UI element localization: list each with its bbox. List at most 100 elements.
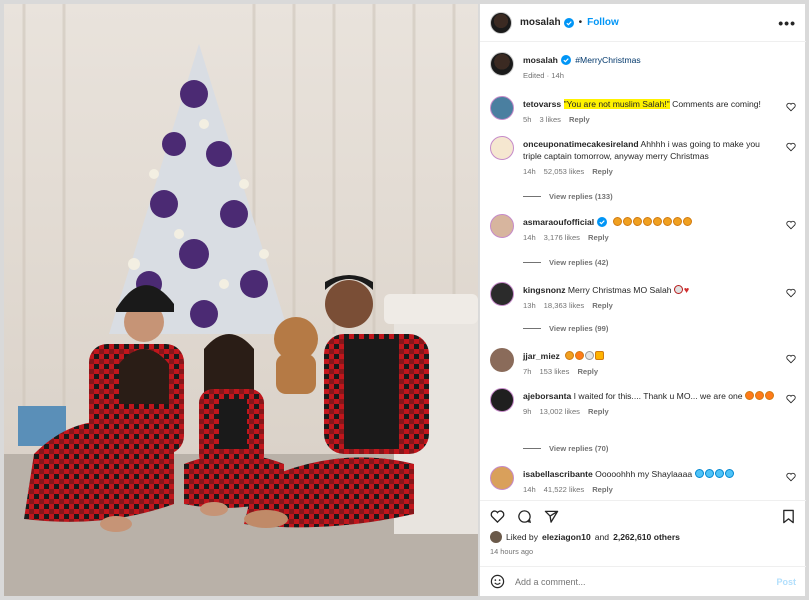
comment-username[interactable]: asmaraoufofficial	[523, 216, 594, 228]
view-replies-line	[523, 448, 541, 449]
red-heart-icon: ♥	[683, 285, 690, 295]
liked-prefix: Liked by	[506, 532, 539, 542]
heart-icon[interactable]	[786, 142, 796, 152]
view-replies-line	[523, 196, 541, 197]
comment-username[interactable]: kingsnonz	[523, 285, 566, 295]
verified-badge-icon	[597, 217, 608, 227]
comments-list[interactable]: mosalah #MerryChristmas Edited · 14h tet…	[480, 44, 806, 500]
post-time-ago: 14 hours ago	[490, 547, 534, 556]
comment-time: 5h	[523, 115, 532, 124]
emoji-row	[612, 217, 693, 227]
commenter-avatar[interactable]	[490, 388, 514, 412]
post-comment-button[interactable]: Post	[776, 577, 796, 587]
commenter-avatar[interactable]	[490, 214, 514, 238]
add-comment-bar: Post	[480, 566, 806, 596]
heart-icon[interactable]	[786, 472, 796, 482]
bookmark-icon[interactable]	[781, 509, 796, 524]
comment-likes[interactable]: 13,002 likes	[539, 406, 580, 418]
emoji-row	[565, 351, 605, 361]
heart-icon[interactable]	[786, 102, 796, 112]
reply-button[interactable]: Reply	[592, 166, 613, 178]
comment-likes[interactable]: 18,363 likes	[544, 300, 585, 312]
crying-face-icon	[714, 469, 724, 478]
verified-badge-icon	[563, 17, 574, 28]
comment-time: 14h	[523, 233, 536, 242]
share-icon[interactable]	[544, 509, 559, 524]
comment-username[interactable]: ajeborsanta	[523, 391, 571, 401]
emoji-icon	[652, 217, 662, 226]
emoji-icon	[682, 217, 692, 226]
emoji-icon	[565, 351, 575, 360]
commenter-avatar[interactable]	[490, 96, 514, 120]
post-photo[interactable]	[4, 4, 478, 596]
reply-button[interactable]: Reply	[569, 114, 590, 126]
heart-icon[interactable]	[786, 394, 796, 404]
author-username[interactable]: mosalah	[520, 17, 561, 28]
comment-username[interactable]: tetovarss	[523, 99, 561, 109]
comment-time: 7h	[523, 367, 532, 376]
liked-others[interactable]: 2,262,610 others	[613, 532, 680, 542]
screenshot-frame: mosalah • Follow ••• mosalah #MerryChris…	[0, 0, 809, 600]
liker-avatar[interactable]	[490, 531, 502, 543]
emoji-icon	[672, 217, 682, 226]
comment-username[interactable]: isabellascribante	[523, 469, 593, 479]
comment-likes[interactable]: 3,176 likes	[544, 232, 580, 244]
comment-time: 14h	[523, 167, 536, 176]
view-replies-label: View replies (133)	[549, 192, 613, 201]
emoji-icon	[585, 351, 595, 360]
crying-face-icon	[724, 469, 734, 478]
author-avatar[interactable]	[490, 52, 514, 76]
fire-icon	[764, 391, 774, 400]
view-replies-button[interactable]: View replies (133)	[523, 192, 613, 201]
gift-icon	[595, 351, 605, 360]
caption-edited: Edited · 14h	[523, 71, 564, 80]
commenter-avatar[interactable]	[490, 136, 514, 160]
fire-icon	[744, 391, 754, 400]
like-heart-icon[interactable]	[490, 509, 505, 524]
comment-time: 14h	[523, 485, 536, 494]
comment-likes[interactable]: 41,522 likes	[544, 484, 585, 496]
crying-face-icon	[694, 469, 704, 478]
commenter-avatar[interactable]	[490, 282, 514, 306]
reply-button[interactable]: Reply	[592, 300, 613, 312]
comment-highlighted-text: "You are not muslim Salah!"	[563, 99, 670, 109]
comment-text: Ooooohhh my Shaylaaaa	[595, 469, 693, 479]
reply-button[interactable]: Reply	[592, 484, 613, 496]
follow-button[interactable]: Follow	[587, 17, 619, 28]
view-replies-button[interactable]: View replies (42)	[523, 258, 608, 267]
commenter-avatar[interactable]	[490, 348, 514, 372]
reply-button[interactable]: Reply	[588, 406, 609, 418]
view-replies-label: View replies (99)	[549, 324, 609, 333]
reply-button[interactable]: Reply	[588, 232, 609, 244]
view-replies-button[interactable]: View replies (70)	[523, 444, 608, 453]
family-christmas-photo	[4, 4, 478, 596]
reply-button[interactable]: Reply	[577, 366, 598, 378]
crying-face-icon	[704, 469, 714, 478]
emoji-icon	[673, 285, 683, 294]
view-replies-label: View replies (42)	[549, 258, 609, 267]
caption-hashtag[interactable]: #MerryChristmas	[575, 55, 640, 65]
comment-likes[interactable]: 52,053 likes	[544, 166, 585, 178]
add-comment-input[interactable]	[515, 576, 777, 587]
heart-icon[interactable]	[786, 288, 796, 298]
fire-icon	[575, 351, 585, 360]
heart-icon[interactable]	[786, 354, 796, 364]
liked-user[interactable]: eleziagon10	[542, 532, 591, 542]
emoji-icon	[642, 217, 652, 226]
comment-likes[interactable]: 3 likes	[539, 114, 561, 126]
emoji-icon[interactable]	[490, 574, 505, 589]
more-options-icon[interactable]: •••	[778, 15, 796, 31]
fire-icon	[754, 391, 764, 400]
comment-icon[interactable]	[517, 509, 532, 524]
heart-icon[interactable]	[786, 220, 796, 230]
comment-username[interactable]: jjar_miez	[523, 351, 560, 361]
liked-and: and	[594, 532, 610, 542]
comment-username[interactable]: onceuponatimecakesireland	[523, 139, 639, 149]
author-avatar[interactable]	[490, 11, 512, 34]
emoji-icon	[622, 217, 632, 226]
commenter-avatar[interactable]	[490, 466, 514, 490]
comment-likes[interactable]: 153 likes	[539, 366, 569, 378]
caption-username[interactable]: mosalah	[523, 54, 558, 66]
view-replies-button[interactable]: View replies (99)	[523, 324, 608, 333]
comment-item: isabellascribante Ooooohhh my Shaylaaaa …	[490, 466, 796, 500]
